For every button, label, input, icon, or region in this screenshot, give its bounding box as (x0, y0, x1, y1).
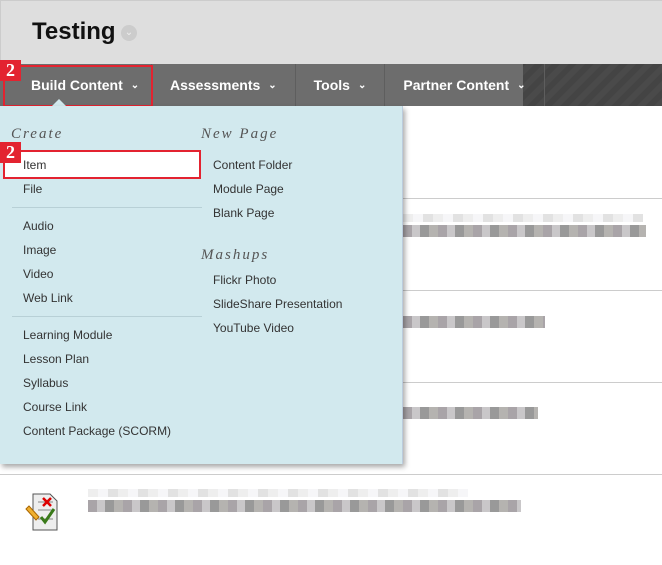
menu-item-syllabus[interactable]: Syllabus (23, 376, 68, 390)
menu-item-content-folder[interactable]: Content Folder (213, 158, 292, 172)
nav-label: Partner Content (403, 77, 510, 93)
chevron-down-icon: ⌄ (268, 79, 277, 91)
nav-tools[interactable]: Tools ⌄ (296, 64, 386, 106)
chevron-down-icon: ⌄ (517, 79, 526, 91)
nav-label: Tools (313, 77, 350, 93)
divider (403, 382, 662, 383)
menu-item-content-package[interactable]: Content Package (SCORM) (23, 424, 171, 438)
menu-item-web-link[interactable]: Web Link (23, 291, 73, 305)
blurred-text (403, 316, 545, 328)
menu-item-audio[interactable]: Audio (23, 219, 54, 233)
menu-item-lesson-plan[interactable]: Lesson Plan (23, 352, 89, 366)
step-badge: 2 (0, 60, 21, 81)
blurred-text (88, 500, 521, 512)
page-title: Testing (32, 18, 116, 45)
divider (403, 198, 662, 199)
menu-item-youtube-video[interactable]: YouTube Video (213, 321, 294, 335)
chevron-down-icon: ⌄ (357, 79, 367, 91)
menu-item-learning-module[interactable]: Learning Module (23, 328, 112, 342)
menu-item-flickr-photo[interactable]: Flickr Photo (213, 273, 276, 287)
build-content-dropdown: Create Item File Audio Image Video Web L… (0, 106, 403, 464)
menu-item-file[interactable]: File (23, 182, 42, 196)
new-page-heading: New Page (201, 126, 279, 142)
nav-label: Assessments (170, 77, 261, 93)
separator (12, 207, 202, 208)
nav-assessments[interactable]: Assessments ⌄ (152, 64, 296, 106)
divider (0, 474, 662, 475)
blurred-text (403, 225, 646, 237)
nav-partner-content[interactable]: Partner Content ⌄ (385, 64, 545, 106)
dropdown-caret (52, 99, 66, 106)
blurred-text (403, 407, 538, 419)
page-header: Testing ⌄ (0, 0, 662, 64)
chevron-down-icon[interactable]: ⌄ (121, 25, 137, 41)
mashups-heading: Mashups (201, 247, 270, 263)
divider (403, 290, 662, 291)
menu-item-item[interactable]: Item (23, 158, 46, 172)
create-heading: Create (11, 126, 64, 142)
blurred-text (88, 489, 468, 497)
menu-item-module-page[interactable]: Module Page (213, 182, 284, 196)
menu-item-blank-page[interactable]: Blank Page (213, 206, 274, 220)
test-icon (25, 493, 58, 531)
highlight-box (3, 65, 153, 107)
menu-item-slideshare[interactable]: SlideShare Presentation (213, 297, 342, 311)
step-badge: 2 (0, 142, 21, 163)
separator (12, 316, 202, 317)
menu-item-course-link[interactable]: Course Link (23, 400, 87, 414)
menu-item-video[interactable]: Video (23, 267, 53, 281)
menu-item-image[interactable]: Image (23, 243, 56, 257)
blurred-text (403, 214, 643, 222)
